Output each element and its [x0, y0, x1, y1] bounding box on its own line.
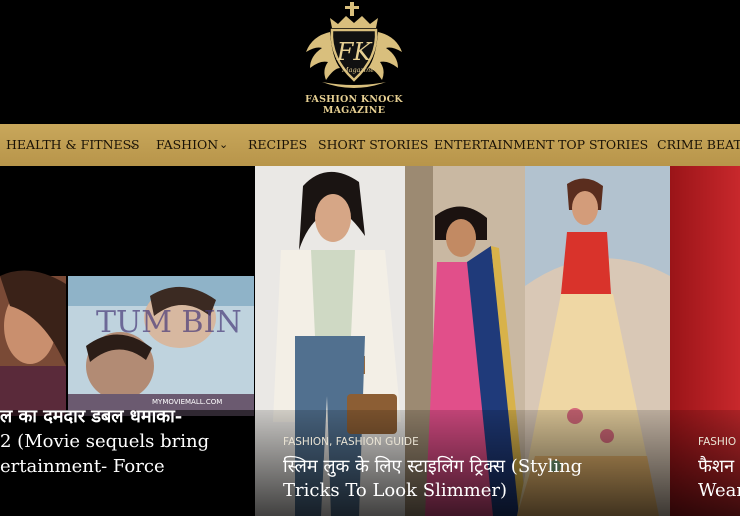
crest-emblem: FK Magazine [306, 2, 402, 88]
chevron-down-icon[interactable]: ⌄ [219, 124, 228, 166]
site-header: FK Magazine FASHION KNOCK MAGAZINE [0, 0, 740, 124]
nav-label: ENTERTAINMENT [434, 137, 555, 152]
slide-title-line1[interactable]: स्लिम लुक के लिए स्टाइलिंग ट्रिक्स (Styl… [283, 454, 582, 479]
nav-item-fashion[interactable]: FASHION [156, 124, 218, 166]
nav-label: CRIME BEAT [657, 137, 740, 152]
poster-title: TUM BIN [96, 305, 242, 340]
site-logo[interactable]: FK Magazine FASHION KNOCK MAGAZINE [292, 2, 416, 120]
slide-title-line1[interactable]: फैशन [698, 454, 734, 479]
nav-label: SHORT STORIES [318, 137, 429, 152]
nav-item-recipes[interactable]: RECIPES [248, 124, 307, 166]
nav-item-crime-beat[interactable]: CRIME BEAT [657, 124, 740, 166]
slide-title-line1[interactable]: ल का दमदार डबल धमाका- [0, 404, 182, 429]
slide-fashion-wear[interactable]: FASHIO फैशन Wear [670, 166, 740, 516]
nav-label: TOP STORIES [558, 137, 649, 152]
main-nav: HEALTH & FITNESS ⌄ FASHION ⌄ RECIPES SHO… [0, 124, 740, 166]
slide-title-line2[interactable]: Wear [698, 478, 740, 503]
slide-title-line2[interactable]: Tricks To Look Slimmer) [283, 478, 507, 503]
logo-text-line1: FASHION KNOCK [305, 94, 403, 105]
nav-item-short-stories[interactable]: SHORT STORIES [318, 124, 428, 166]
slide-categories[interactable]: FASHION, FASHION GUIDE [283, 436, 419, 448]
nav-item-health-fitness[interactable]: HEALTH & FITNESS [6, 124, 140, 166]
slide-movie-sequels[interactable]: TUM BIN MYMOVIEMALL.COM ल का दमदार डबल ध… [0, 166, 255, 516]
logo-sub: Magazine [341, 66, 374, 74]
nav-label: HEALTH & FITNESS [6, 137, 140, 152]
featured-slider: TUM BIN MYMOVIEMALL.COM ल का दमदार डबल ध… [0, 166, 740, 516]
slide-styling-tricks[interactable]: FASHION, FASHION GUIDE स्लिम लुक के लिए … [255, 166, 670, 516]
nav-label: RECIPES [248, 137, 308, 152]
nav-item-top-stories[interactable]: TOP STORIES [558, 124, 648, 166]
slide-categories[interactable]: FASHIO [698, 436, 736, 448]
nav-item-entertainment[interactable]: ENTERTAINMENT [434, 124, 554, 166]
logo-text-line2: MAGAZINE [322, 105, 386, 116]
slide-title-line2[interactable]: 2 (Movie sequels bring [0, 429, 209, 454]
chevron-down-icon[interactable]: ⌄ [128, 124, 137, 166]
nav-label: FASHION [156, 137, 219, 152]
logo-monogram: FK [336, 38, 374, 66]
slide-title-line3[interactable]: ertainment- Force [0, 454, 165, 479]
